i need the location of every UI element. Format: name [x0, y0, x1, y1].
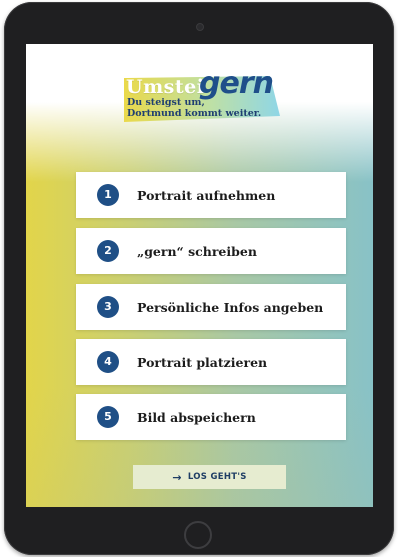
step-card-3[interactable]: 3 Persönliche Infos angeben [76, 284, 346, 330]
step-label: Bild abspeichern [137, 409, 256, 425]
logo-word-gern: gern [199, 66, 274, 101]
step-number-badge: 2 [97, 240, 119, 262]
app-screen: Umstei gern Du steigst um, Dortmund komm… [26, 44, 373, 507]
step-card-2[interactable]: 2 „gern“ schreiben [76, 228, 346, 274]
umsteigern-logo: Umstei gern Du steigst um, Dortmund komm… [122, 66, 282, 124]
logo-word-umstei: Umstei [126, 76, 205, 98]
step-card-1[interactable]: 1 Portrait aufnehmen [76, 172, 346, 218]
step-number-badge: 4 [97, 351, 119, 373]
step-number-badge: 1 [97, 184, 119, 206]
step-label: Persönliche Infos angeben [137, 299, 324, 315]
tablet-frame: Umstei gern Du steigst um, Dortmund komm… [4, 2, 394, 555]
step-card-5[interactable]: 5 Bild abspeichern [76, 394, 346, 440]
step-label: Portrait platzieren [137, 354, 268, 370]
start-button-label: LOS GEHT'S [187, 472, 247, 482]
step-number-badge: 3 [97, 296, 119, 318]
logo-tagline-line2: Dortmund kommt weiter. [127, 108, 262, 119]
logo-tagline-line1: Du steigst um, [127, 97, 205, 108]
start-button[interactable]: → LOS GEHT'S [133, 465, 286, 489]
step-label: „gern“ schreiben [137, 243, 257, 259]
front-camera [196, 23, 204, 31]
arrow-right-icon: → [172, 470, 182, 484]
step-card-4[interactable]: 4 Portrait platzieren [76, 339, 346, 385]
step-number-badge: 5 [97, 406, 119, 428]
step-label: Portrait aufnehmen [137, 187, 276, 203]
home-button[interactable] [184, 521, 212, 549]
